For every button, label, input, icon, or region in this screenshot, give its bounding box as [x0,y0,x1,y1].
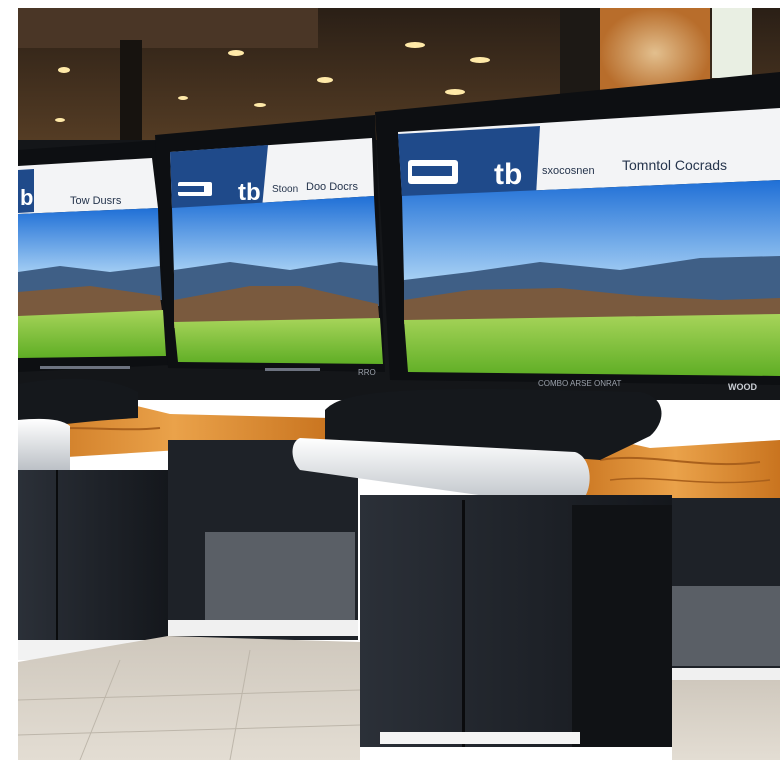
screen-right-footer-right: WOOD [728,382,757,392]
screen-middle-subtext: Stoon [272,184,298,195]
display-screen-left: b Tow Dusrs [18,140,170,372]
screen-left-header: Tow Dusrs [70,195,122,207]
screen-left-logo: b [20,185,33,210]
display-screen-middle: tb Stoon Doo Docrs RRO [155,115,385,377]
screen-middle-header: Doo Docrs [306,181,358,193]
screen-right-header: Tomntol Cocrads [622,157,727,173]
kiosk-far-right-base [672,498,780,680]
screen-middle-logo: tb [238,179,261,206]
kiosk-lobby-scene: b Tow Dusrs tb Stoon Doo Docrs RRO tb sx… [0,0,780,772]
screen-right-subtext: sxocosnen [542,165,595,177]
display-screen-right: tb sxocosnen Tomntol Cocrads COMBO ARSE … [375,72,780,392]
screen-right-logo: tb [494,158,522,191]
screen-middle-footer: RRO [358,368,376,377]
screen-right-footer: COMBO ARSE ONRAT [538,379,622,388]
